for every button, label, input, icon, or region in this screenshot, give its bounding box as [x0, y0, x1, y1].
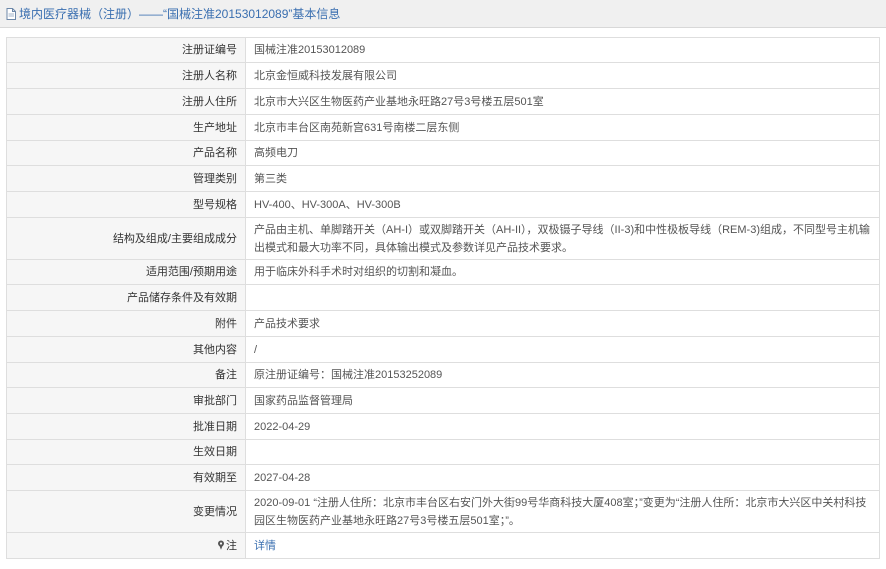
- row-label: 适用范围/预期用途: [6, 259, 246, 285]
- row-value: 2022-04-29: [245, 413, 880, 440]
- row-label: 型号规格: [6, 191, 246, 218]
- page-title: 境内医疗器械（注册）——“国械注准20153012089”基本信息: [19, 7, 341, 21]
- table-row: 注册人名称 北京金恒威科技发展有限公司: [6, 62, 880, 89]
- note-label: 注: [6, 532, 246, 559]
- row-label: 产品名称: [6, 140, 246, 166]
- table-row: 备注 原注册证编号：国械注准20153252089: [6, 362, 880, 388]
- row-label: 有效期至: [6, 464, 246, 491]
- table-row: 其他内容 /: [6, 336, 880, 363]
- row-value: 2020-09-01 “注册人住所：北京市丰台区右安门外大街99号华商科技大厦4…: [245, 490, 880, 533]
- table-row: 注册人住所 北京市大兴区生物医药产业基地永旺路27号3号楼五层501室: [6, 88, 880, 115]
- row-value: [245, 284, 880, 311]
- table-row: 生效日期: [6, 439, 880, 465]
- row-label: 生产地址: [6, 114, 246, 141]
- row-value: HV-400、HV-300A、HV-300B: [245, 191, 880, 218]
- row-value: 北京市丰台区南苑新宫631号南楼二层东侧: [245, 114, 880, 141]
- row-value: 高频电刀: [245, 140, 880, 166]
- row-label: 注册人住所: [6, 88, 246, 115]
- table-row: 产品储存条件及有效期: [6, 284, 880, 311]
- table-row: 批准日期 2022-04-29: [6, 413, 880, 440]
- row-value: 产品技术要求: [245, 310, 880, 337]
- row-value: 用于临床外科手术时对组织的切割和凝血。: [245, 259, 880, 285]
- table-row: 型号规格 HV-400、HV-300A、HV-300B: [6, 191, 880, 218]
- row-label: 产品储存条件及有效期: [6, 284, 246, 311]
- table-row: 注册证编号 国械注准20153012089: [6, 37, 880, 63]
- row-label: 附件: [6, 310, 246, 337]
- table-row: 有效期至 2027-04-28: [6, 464, 880, 491]
- row-value: 原注册证编号：国械注准20153252089: [245, 362, 880, 388]
- row-value: [245, 439, 880, 465]
- table-row: 产品名称 高频电刀: [6, 140, 880, 166]
- row-value: 北京金恒威科技发展有限公司: [245, 62, 880, 89]
- table-row: 适用范围/预期用途 用于临床外科手术时对组织的切割和凝血。: [6, 259, 880, 285]
- table-row: 审批部门 国家药品监督管理局: [6, 387, 880, 414]
- row-label: 注册人名称: [6, 62, 246, 89]
- table-row: 生产地址 北京市丰台区南苑新宫631号南楼二层东侧: [6, 114, 880, 141]
- row-value: 产品由主机、单脚踏开关（AH-I）或双脚踏开关（AH-II），双极镊子导线（II…: [245, 217, 880, 260]
- row-label: 批准日期: [6, 413, 246, 440]
- details-link[interactable]: 详情: [254, 540, 276, 552]
- info-table: 注册证编号 国械注准20153012089 注册人名称 北京金恒威科技发展有限公…: [6, 37, 880, 559]
- table-row: 变更情况 2020-09-01 “注册人住所：北京市丰台区右安门外大街99号华商…: [6, 490, 880, 533]
- row-label: 审批部门: [6, 387, 246, 414]
- table-row: 附件 产品技术要求: [6, 310, 880, 337]
- table-row: 注 详情: [6, 532, 880, 559]
- row-value: 国械注准20153012089: [245, 37, 880, 63]
- row-label: 生效日期: [6, 439, 246, 465]
- row-value: /: [245, 336, 880, 363]
- row-label: 变更情况: [6, 490, 246, 533]
- document-icon: [6, 7, 16, 20]
- row-label: 结构及组成/主要组成成分: [6, 217, 246, 260]
- row-value: 北京市大兴区生物医药产业基地永旺路27号3号楼五层501室: [245, 88, 880, 115]
- table-row: 结构及组成/主要组成成分 产品由主机、单脚踏开关（AH-I）或双脚踏开关（AH-…: [6, 217, 880, 260]
- row-label: 管理类别: [6, 165, 246, 192]
- row-value: 第三类: [245, 165, 880, 192]
- table-row: 管理类别 第三类: [6, 165, 880, 192]
- row-label: 备注: [6, 362, 246, 388]
- note-label-text: 注: [226, 539, 237, 552]
- row-value: 国家药品监督管理局: [245, 387, 880, 414]
- page-header: 境内医疗器械（注册）——“国械注准20153012089”基本信息: [0, 0, 886, 28]
- row-label: 注册证编号: [6, 37, 246, 63]
- row-label: 其他内容: [6, 336, 246, 363]
- note-value: 详情: [245, 532, 880, 559]
- pin-icon: [218, 540, 224, 550]
- row-value: 2027-04-28: [245, 464, 880, 491]
